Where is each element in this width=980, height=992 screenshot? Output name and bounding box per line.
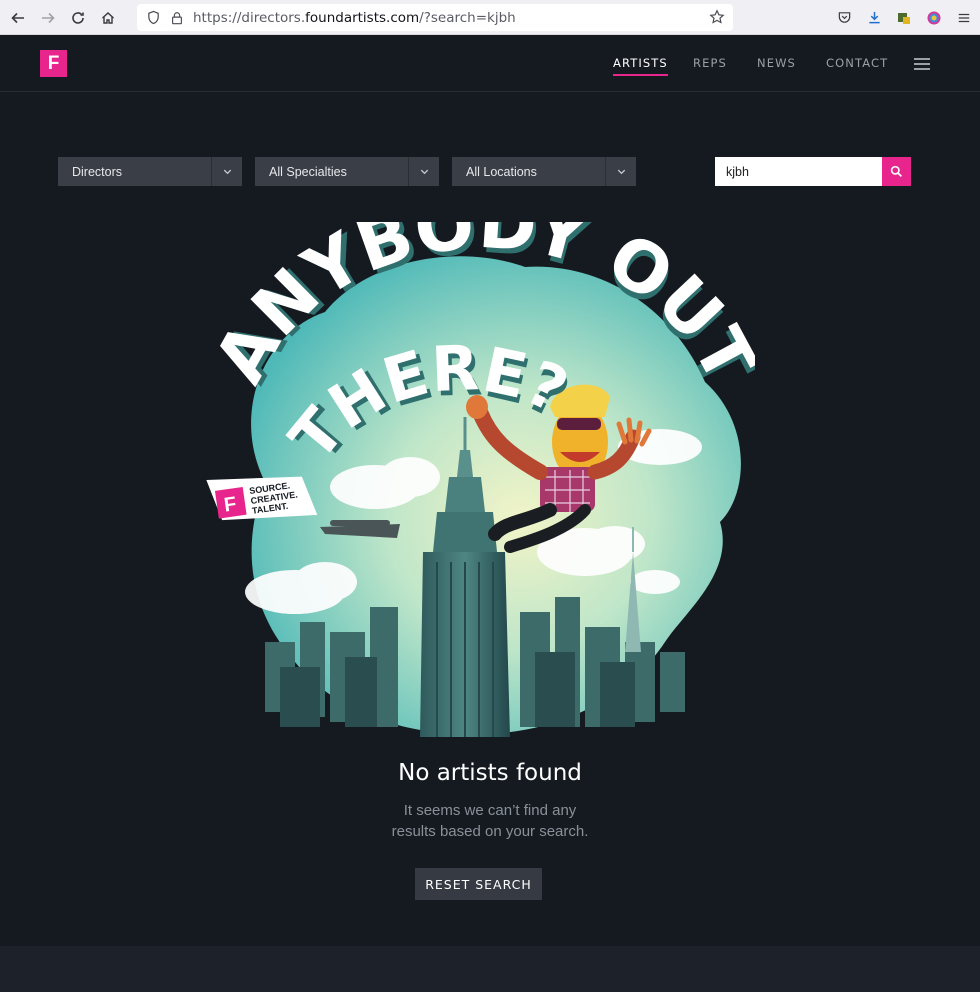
- location-select[interactable]: All Locations: [452, 157, 636, 186]
- extension-icon[interactable]: [894, 8, 914, 28]
- url-host: foundartists.com: [305, 9, 420, 26]
- nav-reps[interactable]: REPS: [693, 56, 727, 70]
- chevron-down-icon: [408, 157, 439, 186]
- lock-icon[interactable]: [169, 10, 185, 26]
- url-suffix: /?search=kjbh: [419, 9, 516, 26]
- address-bar[interactable]: https://directors.foundartists.com/?sear…: [137, 4, 733, 31]
- nav-artists[interactable]: ARTISTS: [613, 56, 668, 76]
- forward-icon[interactable]: [33, 3, 63, 33]
- pocket-icon[interactable]: [834, 8, 854, 28]
- search-button[interactable]: [882, 157, 911, 186]
- category-select-value: Directors: [72, 164, 123, 179]
- found-logo[interactable]: F: [40, 50, 67, 77]
- nav-news[interactable]: NEWS: [757, 56, 796, 70]
- browser-toolbar: https://directors.foundartists.com/?sear…: [0, 0, 980, 35]
- bookmark-star-icon[interactable]: [709, 9, 725, 25]
- site-footer: [0, 946, 980, 992]
- empty-state-message: It seems we can’t find any results based…: [0, 800, 980, 842]
- empty-state-title: No artists found: [398, 760, 582, 786]
- home-icon[interactable]: [93, 3, 123, 33]
- anybody-out-there-illustration: F SOURCE. CREATIVE. TALENT. ANYBODY OUT …: [205, 222, 755, 737]
- empty-state-message-line-1: It seems we can’t find any: [403, 802, 577, 819]
- category-select[interactable]: Directors: [58, 157, 242, 186]
- back-icon[interactable]: [3, 3, 33, 33]
- shield-icon[interactable]: [145, 10, 161, 26]
- specialty-select-value: All Specialties: [269, 164, 347, 179]
- url-text: https://directors.foundartists.com/?sear…: [193, 10, 516, 26]
- hamburger-menu-icon[interactable]: [914, 58, 930, 70]
- location-select-value: All Locations: [466, 164, 537, 179]
- specialty-select[interactable]: All Specialties: [255, 157, 439, 186]
- chevron-down-icon: [211, 157, 242, 186]
- nav-contact[interactable]: CONTACT: [826, 56, 888, 70]
- nav-active-indicator: [613, 74, 668, 76]
- nav-artists-label: ARTISTS: [613, 56, 668, 70]
- empty-state-message-line-2: results based on your search.: [391, 823, 589, 840]
- reload-icon[interactable]: [63, 3, 93, 33]
- downloads-icon[interactable]: [864, 8, 884, 28]
- search-icon: [890, 165, 903, 178]
- site-header: F ARTISTS REPS NEWS CONTACT: [0, 35, 980, 92]
- search-input[interactable]: [715, 157, 882, 186]
- color-picker-icon[interactable]: [924, 8, 944, 28]
- url-prefix: https://directors.: [193, 9, 306, 26]
- reset-search-button[interactable]: RESET SEARCH: [415, 868, 542, 900]
- menu-icon[interactable]: [954, 8, 974, 28]
- chevron-down-icon: [605, 157, 636, 186]
- browser-extensions: [834, 0, 974, 35]
